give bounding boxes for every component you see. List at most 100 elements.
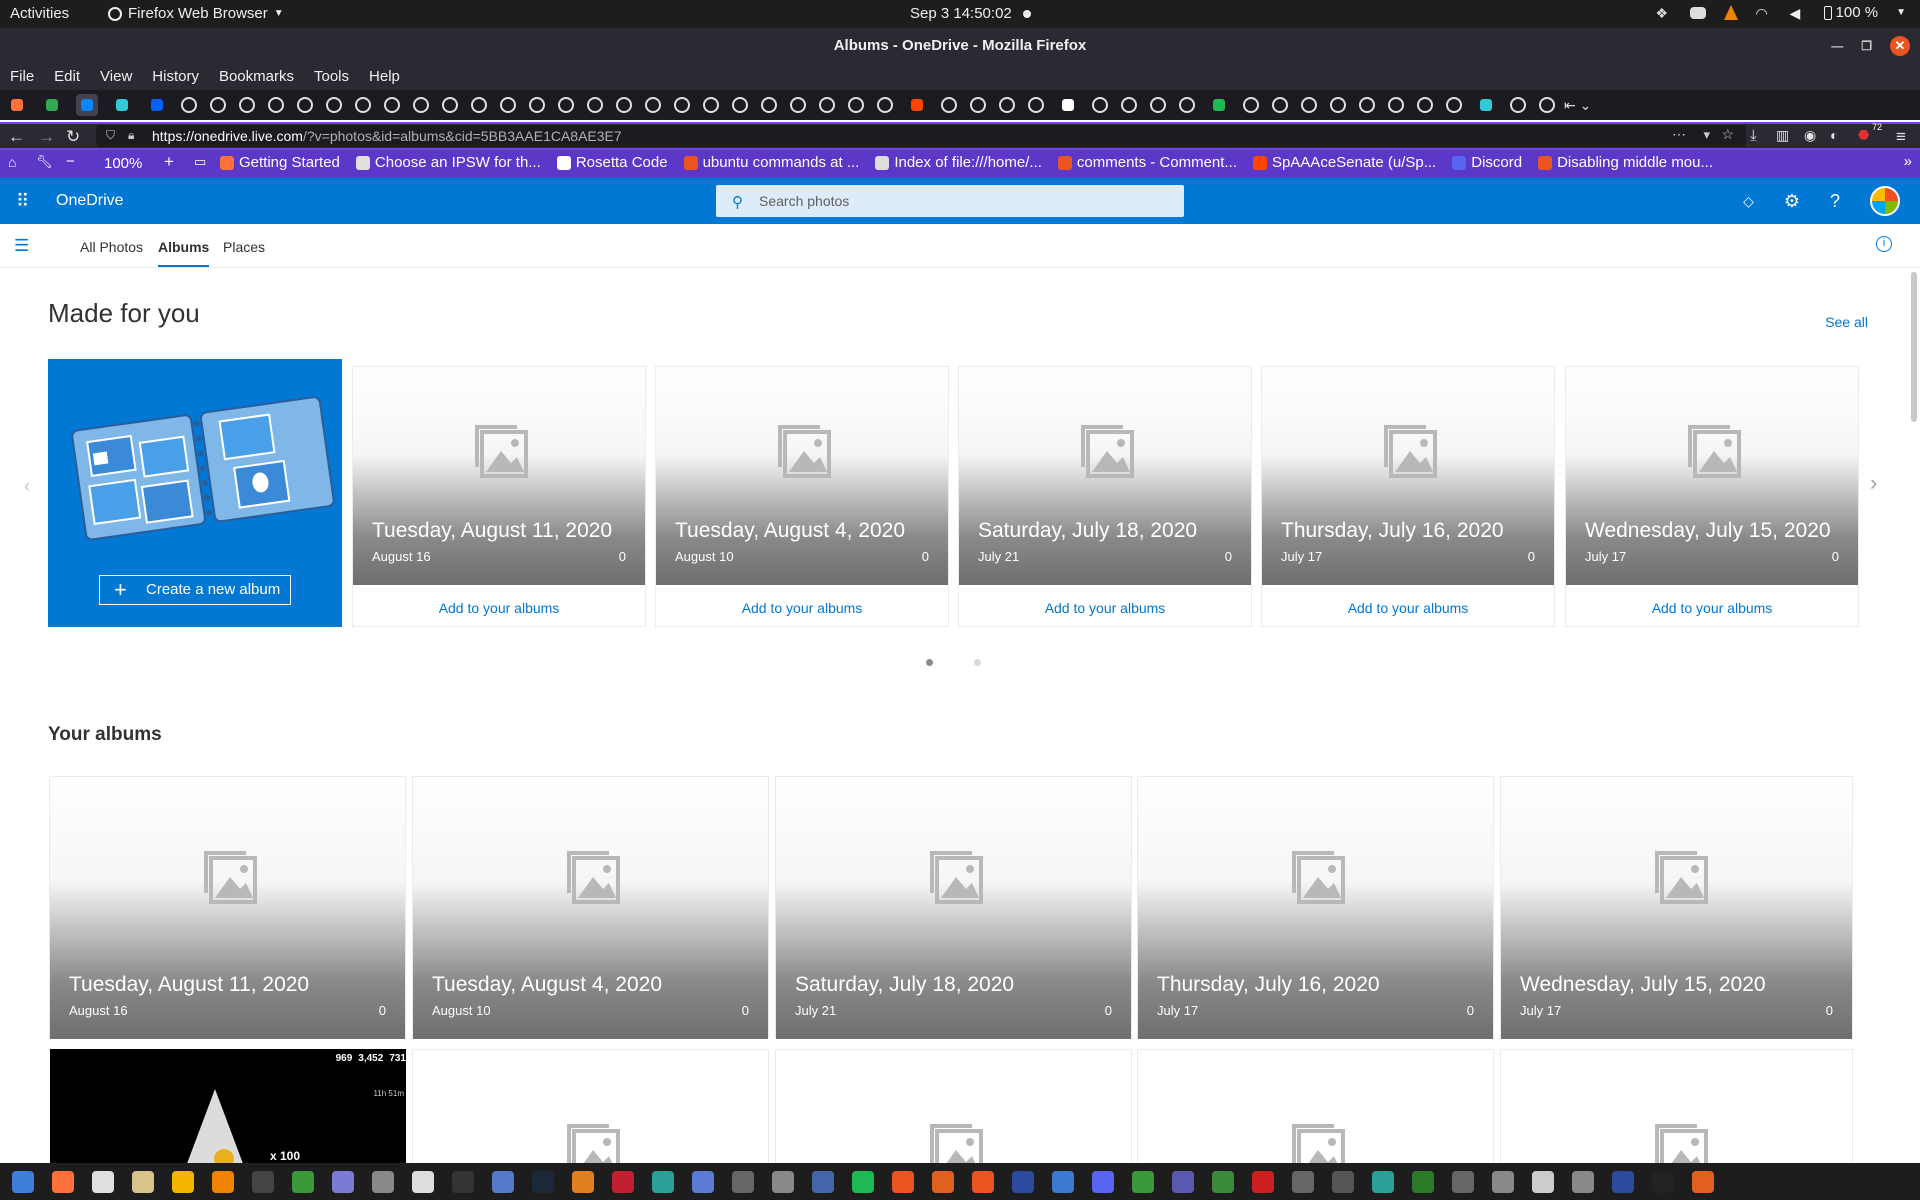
tab-github-icon[interactable]	[384, 97, 400, 113]
bookmark-item[interactable]: comments - Comment...	[1057, 154, 1237, 171]
tab-onedrive-icon[interactable]	[76, 94, 98, 116]
tab-dropbox-icon[interactable]	[146, 94, 168, 116]
suggested-album-card[interactable]: Thursday, July 16, 2020 July 17 0 Add to yo…	[1261, 366, 1555, 627]
dock-app-icon[interactable]	[292, 1170, 314, 1193]
tab-github-icon[interactable]	[1028, 97, 1044, 113]
app-menu[interactable]: Firefox Web Browser ▼	[108, 5, 284, 22]
dock-app-icon[interactable]	[1252, 1170, 1274, 1193]
menu-bookmarks[interactable]: Bookmarks	[209, 64, 304, 90]
home-icon[interactable]: ⌂	[8, 154, 16, 170]
add-to-albums-link[interactable]: Add to your albums	[353, 600, 645, 616]
bookmark-item[interactable]: Getting Started	[220, 154, 340, 171]
album-card[interactable]: Thursday, July 16, 2020 July 17 0	[1137, 776, 1494, 1039]
dock-app-icon[interactable]	[892, 1170, 914, 1193]
tab-github-icon[interactable]	[1388, 97, 1404, 113]
zoom-level[interactable]: 100%	[104, 155, 142, 172]
carousel-dot[interactable]	[974, 659, 981, 666]
carousel-next-icon[interactable]: ›	[1870, 470, 1877, 496]
dock-app-icon[interactable]	[252, 1170, 274, 1193]
wrench-icon[interactable]: 🔧︎	[36, 154, 53, 170]
tab-github-icon[interactable]	[674, 97, 690, 113]
dock-app-icon[interactable]	[1492, 1170, 1514, 1193]
dock-app-icon[interactable]	[1412, 1170, 1434, 1193]
album-card[interactable]: Saturday, July 18, 2020 July 21 0	[775, 776, 1132, 1039]
bookmark-item[interactable]: Discord	[1452, 154, 1522, 171]
dock-app-icon[interactable]	[692, 1170, 714, 1193]
tab-github-icon[interactable]	[239, 97, 255, 113]
bookmark-item[interactable]: Rosetta Code	[556, 154, 668, 171]
dock-app-icon[interactable]	[1212, 1170, 1234, 1193]
tab-overflow-icon[interactable]: ⇤ ⌄	[1564, 97, 1591, 114]
dock-app-icon[interactable]	[1372, 1170, 1394, 1193]
dock-app-icon[interactable]	[1172, 1170, 1194, 1193]
bookmark-item[interactable]: Disabling middle mou...	[1538, 154, 1713, 171]
tab-github-icon[interactable]	[999, 97, 1015, 113]
nav-menu-icon[interactable]: ☰	[14, 236, 29, 256]
tab-github-icon[interactable]	[790, 97, 806, 113]
tab-github-icon[interactable]	[1272, 97, 1288, 113]
menu-history[interactable]: History	[142, 64, 209, 90]
tab-github-icon[interactable]	[355, 97, 371, 113]
tab-github-icon[interactable]	[442, 97, 458, 113]
dock-app-icon[interactable]	[212, 1170, 234, 1193]
tab-github-icon[interactable]	[529, 97, 545, 113]
tab-github-icon[interactable]	[761, 97, 777, 113]
shield-icon[interactable]: ⛉	[106, 128, 115, 143]
album-card[interactable]: Tuesday, August 4, 2020 August 10 0	[412, 776, 769, 1039]
see-all-link[interactable]: See all	[1825, 314, 1868, 330]
dock-app-icon[interactable]	[812, 1170, 834, 1193]
menu-view[interactable]: View	[90, 64, 142, 90]
wifi-icon[interactable]: ◠	[1756, 5, 1772, 21]
tab-github-icon[interactable]	[210, 97, 226, 113]
folder-icon[interactable]: ▭	[194, 154, 206, 170]
battery-status[interactable]: 100 %	[1823, 4, 1878, 21]
dock-app-icon[interactable]	[932, 1170, 954, 1193]
page-actions-icon[interactable]: ⋯	[1672, 126, 1686, 143]
dock-app-icon[interactable]	[1572, 1170, 1594, 1193]
dock-app-icon[interactable]	[1132, 1170, 1154, 1193]
dock-app-icon[interactable]	[1612, 1170, 1634, 1193]
tab-github-icon[interactable]	[1150, 97, 1166, 113]
dock-app-icon[interactable]	[1692, 1170, 1714, 1193]
lock-icon[interactable]: 🔒︎	[128, 128, 134, 143]
extension-icon[interactable]: ◐	[1830, 127, 1838, 143]
dock-app-icon[interactable]	[92, 1170, 114, 1193]
account-icon[interactable]: ◉	[1804, 127, 1816, 144]
dock-app-icon[interactable]	[1332, 1170, 1354, 1193]
create-new-album-button[interactable]: + Create a new album	[99, 575, 291, 605]
app-launcher-icon[interactable]: ⠿	[16, 191, 29, 212]
info-icon[interactable]: i	[1876, 236, 1892, 252]
carousel-dot[interactable]	[926, 659, 933, 666]
tab-github-icon[interactable]	[848, 97, 864, 113]
album-card-game-screenshot[interactable]: 969 3,452 731 11h 51m x 100	[50, 1049, 406, 1163]
dock-app-icon[interactable]	[452, 1170, 474, 1193]
tab-github-icon[interactable]	[558, 97, 574, 113]
tab-github-icon[interactable]	[471, 97, 487, 113]
minimize-icon[interactable]: ―	[1831, 39, 1843, 53]
dock-app-icon[interactable]	[172, 1170, 194, 1193]
dock-app-icon[interactable]	[332, 1170, 354, 1193]
search-box[interactable]: ⚲ Search photos	[716, 185, 1184, 217]
tab-github-icon[interactable]	[703, 97, 719, 113]
tab-github-icon[interactable]	[941, 97, 957, 113]
bookmark-item[interactable]: Choose an IPSW for th...	[355, 154, 541, 171]
suggested-album-card[interactable]: Tuesday, August 4, 2020 August 10 0 Add to …	[655, 366, 949, 627]
add-to-albums-link[interactable]: Add to your albums	[656, 600, 948, 616]
tab-github-icon[interactable]	[181, 97, 197, 113]
album-card-loading[interactable]	[775, 1049, 1132, 1163]
tab-github-icon[interactable]	[645, 97, 661, 113]
tab-github-icon[interactable]	[1121, 97, 1137, 113]
suggested-album-card[interactable]: Wednesday, July 15, 2020 July 17 0 Add to y…	[1565, 366, 1859, 627]
album-card[interactable]: Tuesday, August 11, 2020 August 16 0	[49, 776, 406, 1039]
dock-app-icon[interactable]	[52, 1170, 74, 1193]
tab-github-icon[interactable]	[500, 97, 516, 113]
tab-github-icon[interactable]	[732, 97, 748, 113]
tab-vpn-shield-icon[interactable]	[1208, 94, 1230, 116]
discord-icon[interactable]	[1689, 6, 1706, 19]
suggested-album-card[interactable]: Tuesday, August 11, 2020 August 16 0 Add to…	[352, 366, 646, 627]
add-to-albums-link[interactable]: Add to your albums	[1262, 600, 1554, 616]
dock-app-icon[interactable]	[1052, 1170, 1074, 1193]
bookmark-item[interactable]: ubuntu commands at ...	[683, 154, 859, 171]
album-card[interactable]: Wednesday, July 15, 2020 July 17 0	[1500, 776, 1853, 1039]
dock-app-icon[interactable]	[1012, 1170, 1034, 1193]
